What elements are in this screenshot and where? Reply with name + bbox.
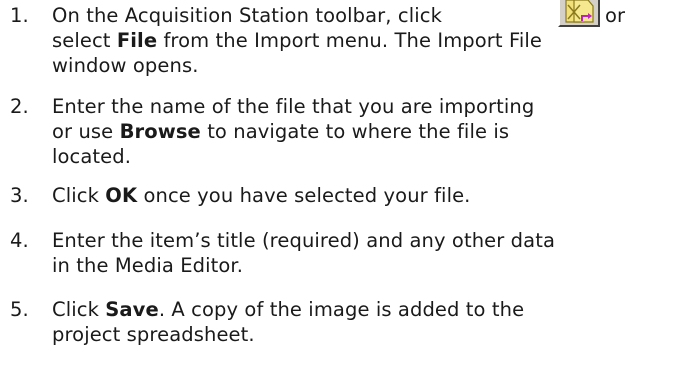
step-text: Click OK once you have selected your fil… [52,183,672,208]
step-text-line: from the Import menu. The Import File [157,29,542,52]
step-text-line: project spreadsheet. [52,323,255,346]
step-text-line: Enter the name of the file that you are … [52,95,535,118]
list-item: 4. Enter the item’s title (required) and… [10,228,670,280]
list-item: 2. Enter the name of the file that you a… [10,94,670,174]
step-text-line: or use [52,120,120,143]
list-item: 3. Click OK once you have selected your … [10,183,670,209]
menu-item-name: File [116,29,158,52]
import-file-icon [565,0,594,23]
step-text-line: in the Media Editor. [52,254,244,277]
button-name: OK [105,184,138,207]
step-text-line: located. [52,145,132,168]
step-number: 4. [10,229,29,252]
step-text: Enter the name of the file that you are … [52,94,672,169]
step-text-line: Click [52,184,106,207]
step-text-line: . A copy of the image is added to the [158,298,525,321]
button-name: Save [105,298,159,321]
step-text-line: Click [52,298,106,321]
step-text: On the Acquisition Station toolbar, clic… [52,0,672,83]
import-file-toolbar-button[interactable] [558,0,600,27]
step-text-line: Enter the item’s title (required) and an… [52,229,555,252]
step-number: 2. [10,95,29,118]
list-item: 1. On the Acquisition Station toolbar, c… [10,0,672,83]
step-text-line: or [605,4,626,27]
step-text-line: On the Acquisition Station toolbar, clic… [52,4,442,27]
step-text-line: to navigate to where the file is [200,120,510,143]
step-number: 5. [10,298,29,321]
step-number: 3. [10,184,29,207]
step-text-line: select [52,29,117,52]
step-text: Enter the item’s title (required) and an… [52,228,672,278]
step-text-line: window opens. [52,54,199,77]
button-name: Browse [119,120,201,143]
list-item: 5. Click Save. A copy of the image is ad… [10,297,670,349]
step-text-line: once you have selected your file. [137,184,471,207]
step-number: 1. [10,4,29,27]
step-text: Click Save. A copy of the image is added… [52,297,672,347]
